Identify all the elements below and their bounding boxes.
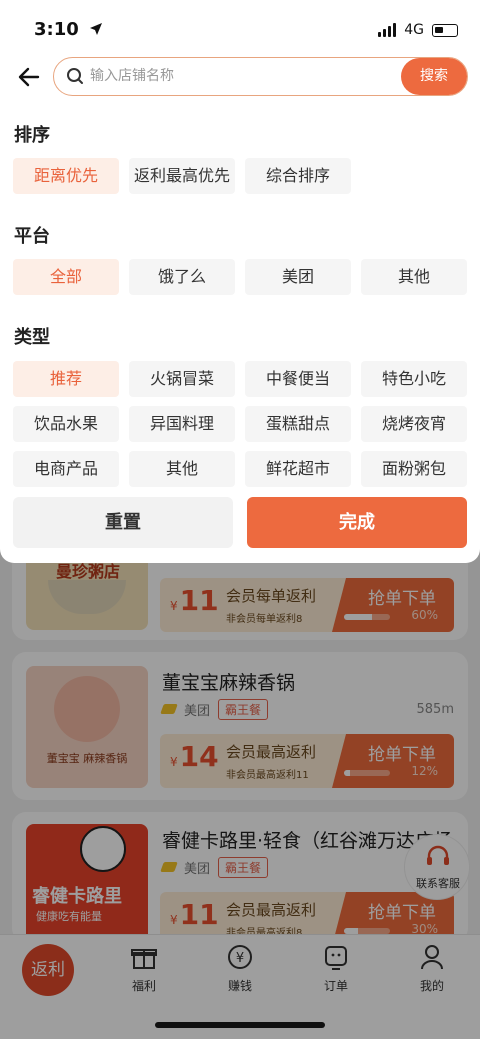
chip-category-drinks[interactable]: 饮品水果 xyxy=(13,406,119,442)
chip-category-foreign[interactable]: 异国料理 xyxy=(129,406,235,442)
status-indicators: 4G xyxy=(378,22,458,38)
chip-category-hotpot[interactable]: 火锅冒菜 xyxy=(129,361,235,397)
chip-platform-eleme[interactable]: 饿了么 xyxy=(129,259,235,295)
section-title-platform: 平台 xyxy=(14,226,50,247)
reset-button[interactable]: 重置 xyxy=(13,497,233,548)
chip-category-snacks[interactable]: 特色小吃 xyxy=(361,361,467,397)
chip-category-bbq[interactable]: 烧烤夜宵 xyxy=(361,406,467,442)
search-input[interactable] xyxy=(90,62,390,90)
back-arrow-icon[interactable] xyxy=(16,64,42,90)
search-icon xyxy=(67,68,83,84)
filter-sheet: 3:10 4G 搜索 排序 距离优先 返利最高优先 综合排序 平台 全部 饿了么… xyxy=(0,0,480,563)
signal-icon xyxy=(378,23,397,37)
chip-category-chinese[interactable]: 中餐便当 xyxy=(245,361,351,397)
done-button[interactable]: 完成 xyxy=(247,497,467,548)
chip-sort-rebate[interactable]: 返利最高优先 xyxy=(129,158,235,194)
network-label: 4G xyxy=(404,22,424,38)
chip-category-other[interactable]: 其他 xyxy=(129,451,235,487)
section-title-category: 类型 xyxy=(14,327,50,348)
chip-category-recommend[interactable]: 推荐 xyxy=(13,361,119,397)
search-button[interactable]: 搜索 xyxy=(401,58,467,95)
chip-sort-overall[interactable]: 综合排序 xyxy=(245,158,351,194)
search-bar: 搜索 xyxy=(53,57,468,96)
chip-platform-all[interactable]: 全部 xyxy=(13,259,119,295)
chip-sort-distance[interactable]: 距离优先 xyxy=(13,158,119,194)
chip-category-dessert[interactable]: 蛋糕甜点 xyxy=(245,406,351,442)
chip-platform-other[interactable]: 其他 xyxy=(361,259,467,295)
location-arrow-icon xyxy=(90,23,103,35)
chip-category-noodles[interactable]: 面粉粥包 xyxy=(361,451,467,487)
status-time-text: 3:10 xyxy=(34,19,79,40)
status-time: 3:10 xyxy=(34,19,103,40)
chip-category-flowers[interactable]: 鲜花超市 xyxy=(245,451,351,487)
chip-category-ecommerce[interactable]: 电商产品 xyxy=(13,451,119,487)
section-title-sort: 排序 xyxy=(14,125,50,146)
battery-icon xyxy=(432,23,458,37)
chip-platform-meituan[interactable]: 美团 xyxy=(245,259,351,295)
